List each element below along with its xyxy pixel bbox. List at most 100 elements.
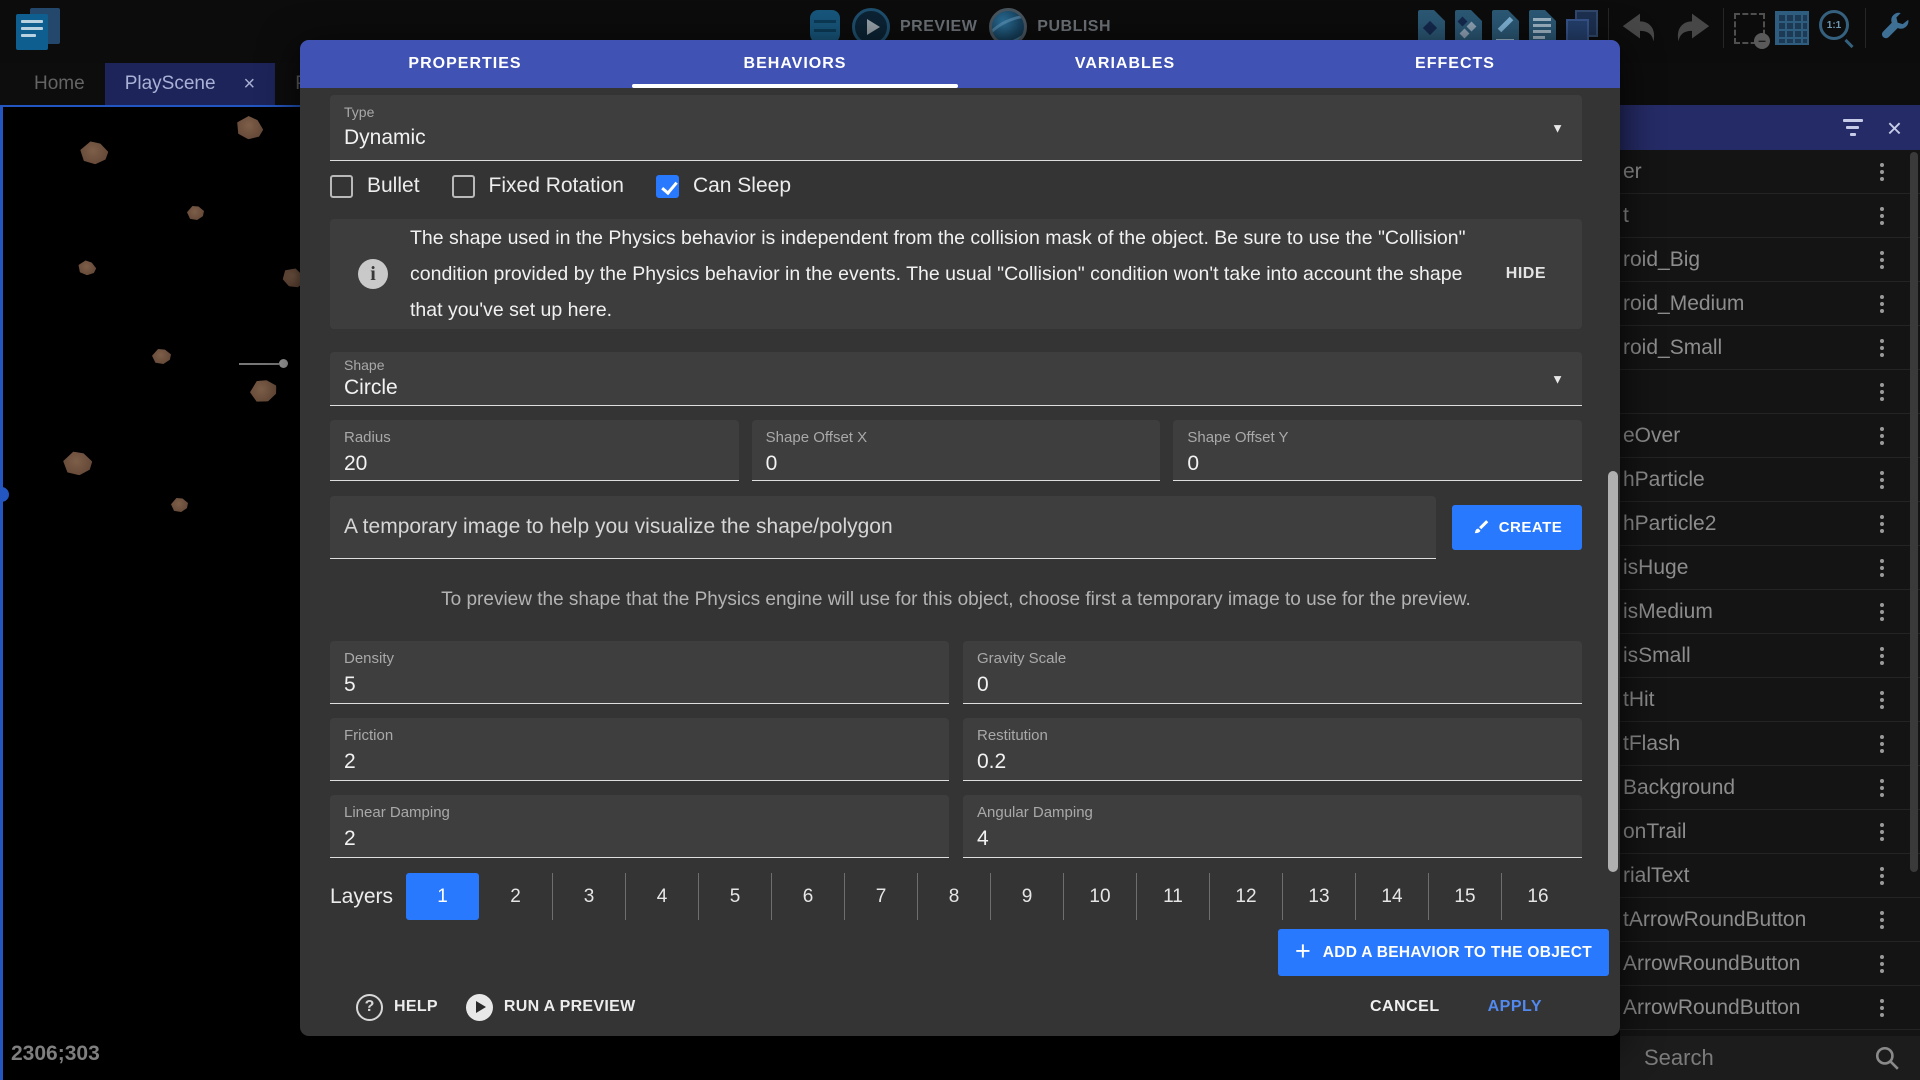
run-preview-button[interactable]: RUN A PREVIEW [438, 994, 636, 1021]
apply-button[interactable]: APPLY [1488, 998, 1542, 1016]
object-search-bar[interactable]: Search [1620, 1036, 1920, 1080]
search-input[interactable]: Search [1644, 1045, 1874, 1071]
layer-button-4[interactable]: 4 [625, 873, 698, 920]
object-list-item[interactable]: isSmall [1620, 634, 1920, 678]
asteroid-sprite[interactable] [76, 259, 97, 277]
item-menu-icon[interactable] [1880, 207, 1884, 225]
angular-damping-field[interactable]: Angular Damping 4 [963, 795, 1582, 858]
radius-field[interactable]: Radius 20 [330, 420, 739, 481]
friction-field[interactable]: Friction 2 [330, 718, 949, 781]
close-panel-icon[interactable]: × [1887, 115, 1902, 141]
asteroid-sprite[interactable] [152, 349, 171, 364]
debug-icon[interactable] [810, 10, 840, 44]
selection-handle[interactable] [0, 487, 9, 502]
asteroid-sprite[interactable] [248, 378, 278, 404]
item-menu-icon[interactable] [1880, 647, 1884, 665]
object-list-item[interactable]: ArrowRoundButton [1620, 942, 1920, 986]
create-button[interactable]: CREATE [1452, 505, 1582, 550]
object-list-item[interactable] [1620, 370, 1920, 414]
close-tab-icon[interactable]: × [244, 73, 256, 96]
layer-button-7[interactable]: 7 [844, 873, 917, 920]
asteroid-sprite[interactable] [187, 206, 204, 220]
asteroid-sprite[interactable] [171, 498, 188, 512]
tab-effects[interactable]: EFFECTS [1290, 40, 1620, 88]
gravity-scale-field[interactable]: Gravity Scale 0 [963, 641, 1582, 704]
object-list-item[interactable]: t [1620, 194, 1920, 238]
layer-button-3[interactable]: 3 [552, 873, 625, 920]
sidebar-scrollbar[interactable] [1910, 152, 1918, 872]
object-list-item[interactable]: eOver [1620, 414, 1920, 458]
object-list-item[interactable]: hParticle2 [1620, 502, 1920, 546]
layer-button-15[interactable]: 15 [1428, 873, 1501, 920]
item-menu-icon[interactable] [1880, 911, 1884, 929]
shape-offset-x-field[interactable]: Shape Offset X 0 [752, 420, 1161, 481]
item-menu-icon[interactable] [1880, 779, 1884, 797]
object-list-item[interactable]: Background [1620, 766, 1920, 810]
object-list-item[interactable]: er [1620, 150, 1920, 194]
item-menu-icon[interactable] [1880, 559, 1884, 577]
object-list-item[interactable]: roid_Small [1620, 326, 1920, 370]
settings-wrench-icon[interactable] [1876, 10, 1912, 46]
object-list-item[interactable]: onTrail [1620, 810, 1920, 854]
density-field[interactable]: Density 5 [330, 641, 949, 704]
hide-button[interactable]: HIDE [1506, 265, 1546, 283]
layer-button-12[interactable]: 12 [1209, 873, 1282, 920]
item-menu-icon[interactable] [1880, 735, 1884, 753]
object-list-item[interactable]: isMedium [1620, 590, 1920, 634]
item-menu-icon[interactable] [1880, 163, 1884, 181]
tab-properties[interactable]: PROPERTIES [300, 40, 630, 88]
add-behavior-button[interactable]: + ADD A BEHAVIOR TO THE OBJECT [1278, 929, 1609, 976]
layer-button-5[interactable]: 5 [698, 873, 771, 920]
temp-image-field[interactable]: A temporary image to help you visualize … [330, 496, 1436, 559]
object-list-item[interactable]: tHit [1620, 678, 1920, 722]
object-list-item[interactable]: tFlash [1620, 722, 1920, 766]
tab-playscene[interactable]: PlayScene × [105, 63, 276, 105]
help-button[interactable]: ? HELP [356, 994, 438, 1021]
selection-mask-icon[interactable] [1734, 13, 1765, 44]
bullet-checkbox[interactable]: Bullet [330, 174, 420, 198]
can-sleep-checkbox[interactable]: Can Sleep [656, 174, 791, 198]
type-select[interactable]: Type Dynamic ▼ [330, 95, 1582, 161]
object-list-item[interactable]: tArrowRoundButton [1620, 898, 1920, 942]
item-menu-icon[interactable] [1880, 867, 1884, 885]
cancel-button[interactable]: CANCEL [1370, 998, 1440, 1016]
item-menu-icon[interactable] [1880, 251, 1884, 269]
layer-button-2[interactable]: 2 [479, 873, 552, 920]
item-menu-icon[interactable] [1880, 691, 1884, 709]
grid-icon[interactable] [1775, 11, 1809, 45]
layer-button-9[interactable]: 9 [990, 873, 1063, 920]
tab-home[interactable]: Home [14, 63, 105, 105]
object-list-item[interactable]: roid_Big [1620, 238, 1920, 282]
layer-button-10[interactable]: 10 [1063, 873, 1136, 920]
shape-select[interactable]: Shape Circle ▼ [330, 352, 1582, 406]
asteroid-sprite[interactable] [62, 451, 93, 476]
object-list-item[interactable]: isHuge [1620, 546, 1920, 590]
filter-icon[interactable] [1843, 119, 1863, 136]
project-manager-icon[interactable] [14, 6, 62, 52]
tab-behaviors[interactable]: BEHAVIORS [630, 40, 960, 88]
item-menu-icon[interactable] [1880, 999, 1884, 1017]
asteroid-sprite[interactable] [233, 113, 266, 143]
redo-icon[interactable] [1671, 9, 1713, 47]
layer-button-8[interactable]: 8 [917, 873, 990, 920]
undo-icon[interactable] [1619, 9, 1661, 47]
zoom-1-1-icon[interactable]: 1:1 [1819, 10, 1855, 46]
item-menu-icon[interactable] [1880, 823, 1884, 841]
item-menu-icon[interactable] [1880, 339, 1884, 357]
item-menu-icon[interactable] [1880, 955, 1884, 973]
object-list-item[interactable]: roid_Medium [1620, 282, 1920, 326]
layer-button-6[interactable]: 6 [771, 873, 844, 920]
fixed-rotation-checkbox[interactable]: Fixed Rotation [452, 174, 624, 198]
linear-damping-field[interactable]: Linear Damping 2 [330, 795, 949, 858]
shape-offset-y-field[interactable]: Shape Offset Y 0 [1173, 420, 1582, 481]
item-menu-icon[interactable] [1880, 515, 1884, 533]
item-menu-icon[interactable] [1880, 603, 1884, 621]
layer-button-13[interactable]: 13 [1282, 873, 1355, 920]
layer-button-11[interactable]: 11 [1136, 873, 1209, 920]
asteroid-sprite[interactable] [79, 140, 110, 166]
object-list-item[interactable]: ArrowRoundButton [1620, 986, 1920, 1030]
item-menu-icon[interactable] [1880, 427, 1884, 445]
layer-button-16[interactable]: 16 [1501, 873, 1574, 920]
tab-variables[interactable]: VARIABLES [960, 40, 1290, 88]
item-menu-icon[interactable] [1880, 383, 1884, 401]
